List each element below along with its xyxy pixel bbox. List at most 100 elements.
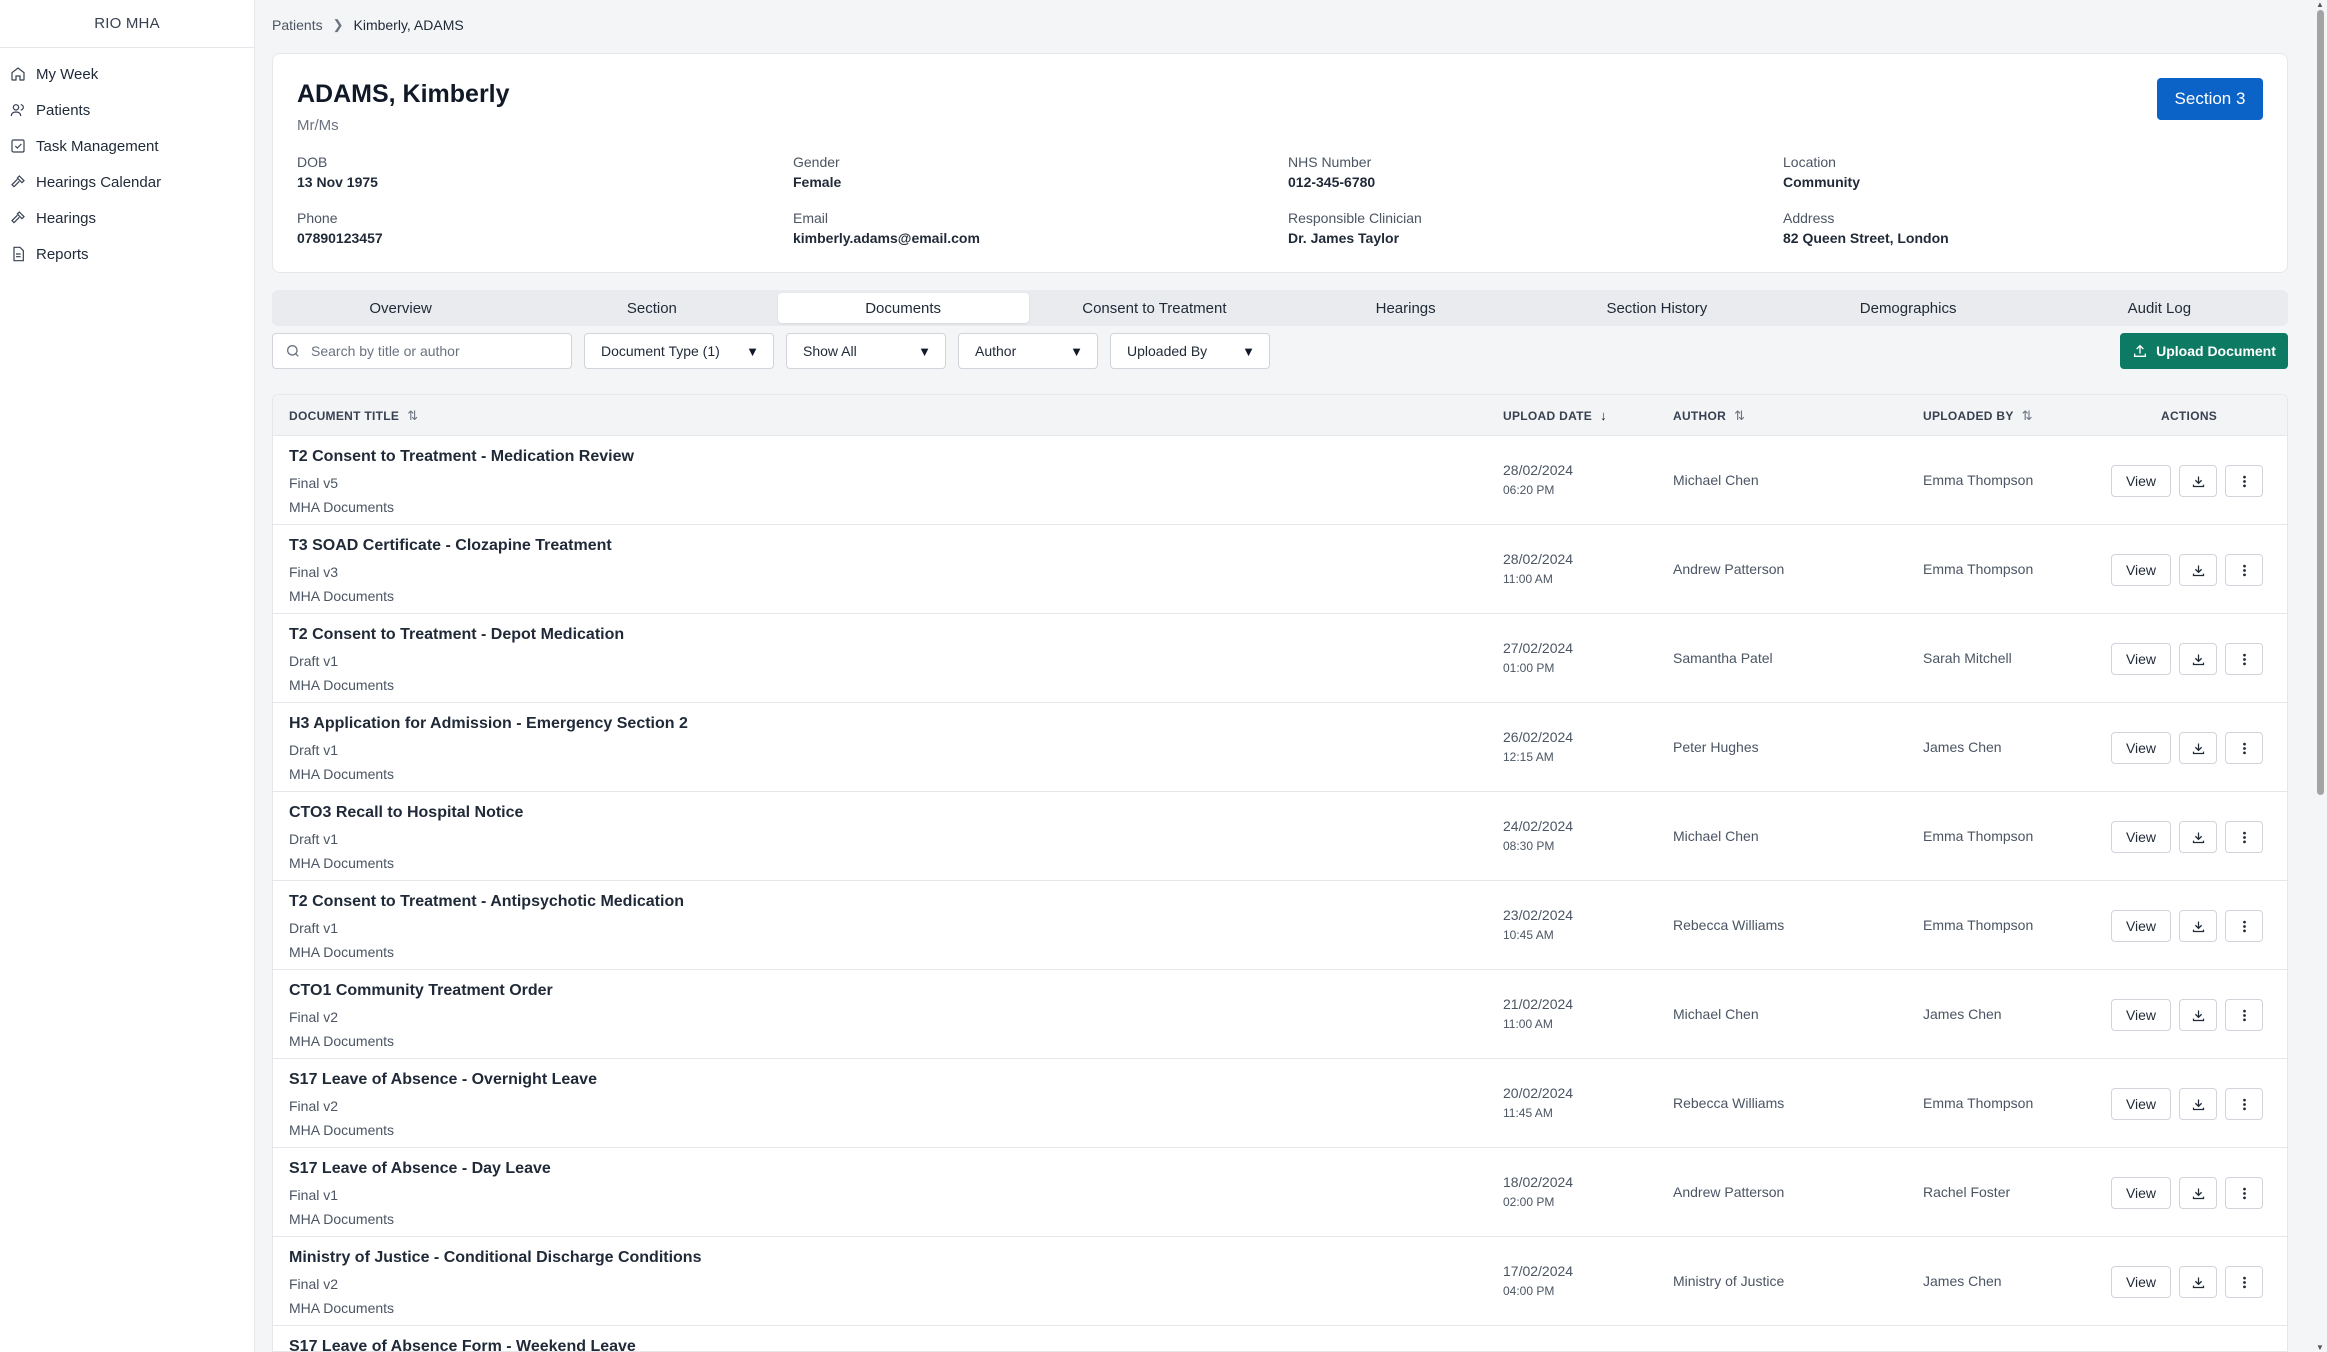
download-button[interactable] [2179,1177,2217,1209]
column-header-author[interactable]: AUTHOR ⇅ [1673,395,1745,436]
table-row[interactable]: H3 Application for Admission - Emergency… [273,703,2287,792]
page-scrollbar[interactable]: ▲ ▼ [2313,0,2327,1352]
search-input[interactable] [311,343,551,359]
document-title[interactable]: CTO3 Recall to Hospital Notice [289,804,523,822]
document-title[interactable]: S17 Leave of Absence Form - Weekend Leav… [289,1338,636,1351]
table-row[interactable]: T2 Consent to Treatment - Medication Rev… [273,436,2287,525]
view-button[interactable]: View [2111,1177,2171,1209]
document-uploaded-by: Emma Thompson [1923,1095,2034,1111]
tab-overview[interactable]: Overview [275,293,526,323]
tab-demographics[interactable]: Demographics [1783,293,2034,323]
document-title[interactable]: S17 Leave of Absence - Overnight Leave [289,1071,597,1089]
tab-hearings[interactable]: Hearings [1280,293,1531,323]
table-row[interactable]: T2 Consent to Treatment - Antipsychotic … [273,881,2287,970]
breadcrumb-patients-link[interactable]: Patients [272,17,323,33]
tab-audit-log[interactable]: Audit Log [2034,293,2285,323]
document-type-dropdown[interactable]: Document Type (1) ▼ [584,333,774,369]
view-button[interactable]: View [2111,643,2171,675]
more-actions-button[interactable] [2225,1088,2263,1120]
column-header-title[interactable]: DOCUMENT TITLE ⇅ [289,395,418,436]
table-row[interactable]: S17 Leave of Absence - Overnight Leave Fi… [273,1059,2287,1148]
document-title[interactable]: H3 Application for Admission - Emergency… [289,715,688,733]
view-button[interactable]: View [2111,821,2171,853]
document-title[interactable]: T2 Consent to Treatment - Antipsychotic … [289,893,684,911]
tab-section-history[interactable]: Section History [1531,293,1782,323]
view-button[interactable]: View [2111,465,2171,497]
view-button[interactable]: View [2111,1266,2171,1298]
field-dob: DOB 13 Nov 1975 [297,154,378,190]
view-button[interactable]: View [2111,999,2171,1031]
document-title[interactable]: T2 Consent to Treatment - Medication Rev… [289,448,634,466]
scroll-up-arrow-icon[interactable]: ▲ [2316,0,2324,9]
column-header-label: AUTHOR [1673,408,1727,423]
document-title[interactable]: T3 SOAD Certificate - Clozapine Treatmen… [289,537,612,555]
more-actions-button[interactable] [2225,554,2263,586]
sidebar-item-task-management[interactable]: Task Management [0,128,254,164]
document-uploaded-by: Emma Thompson [1923,561,2034,577]
table-row[interactable]: T2 Consent to Treatment - Depot Medicati… [273,614,2287,703]
download-button[interactable] [2179,821,2217,853]
sidebar-item-reports[interactable]: Reports [0,236,254,272]
tab-consent-to-treatment[interactable]: Consent to Treatment [1029,293,1280,323]
column-header-upload-date[interactable]: UPLOAD DATE ↓ [1503,395,1607,436]
document-title[interactable]: CTO1 Community Treatment Order [289,982,553,1000]
document-title[interactable]: Ministry of Justice - Conditional Discha… [289,1249,701,1267]
view-button[interactable]: View [2111,732,2171,764]
download-button[interactable] [2179,1266,2217,1298]
download-button[interactable] [2179,643,2217,675]
more-actions-button[interactable] [2225,1177,2263,1209]
author-filter-dropdown[interactable]: Author ▼ [958,333,1098,369]
document-category: MHA Documents [289,1033,395,1049]
sidebar-item-my-week[interactable]: My Week [0,56,254,92]
table-row[interactable]: CTO1 Community Treatment Order Final v2 MH… [273,970,2287,1059]
more-actions-button[interactable] [2225,1266,2263,1298]
table-row[interactable]: S17 Leave of Absence - Day Leave Final v1… [273,1148,2287,1237]
field-label: DOB [297,154,328,170]
document-uploaded-by: Emma Thompson [1923,828,2034,844]
more-actions-button[interactable] [2225,910,2263,942]
field-value: Community [1783,174,1860,190]
field-value: kimberly.adams@email.com [793,230,980,246]
more-actions-button[interactable] [2225,999,2263,1031]
more-vertical-icon [2242,742,2246,754]
sidebar-item-label: Hearings [36,209,97,227]
upload-time: 06:20 PM [1503,483,1555,497]
sidebar-item-patients[interactable]: Patients [0,92,254,128]
tab-documents[interactable]: Documents [777,293,1029,323]
more-actions-button[interactable] [2225,732,2263,764]
table-row[interactable]: CTO3 Recall to Hospital Notice Draft v1 MH… [273,792,2287,881]
more-vertical-icon [2242,1187,2246,1199]
section-status-button[interactable]: Section 3 [2157,78,2263,120]
download-button[interactable] [2179,999,2217,1031]
view-button[interactable]: View [2111,910,2171,942]
view-button[interactable]: View [2111,1088,2171,1120]
breadcrumb-current: Kimberly, ADAMS [353,17,464,33]
download-button[interactable] [2179,732,2217,764]
show-filter-dropdown[interactable]: Show All ▼ [786,333,946,369]
download-button[interactable] [2179,910,2217,942]
dropdown-value: Author [975,343,1017,359]
table-row[interactable]: Ministry of Justice - Conditional Discha… [273,1237,2287,1326]
upload-date: 27/02/2024 [1503,640,1574,656]
more-actions-button[interactable] [2225,465,2263,497]
scroll-down-arrow-icon[interactable]: ▼ [2316,1343,2324,1352]
download-button[interactable] [2179,465,2217,497]
view-button[interactable]: View [2111,554,2171,586]
upload-date: 18/02/2024 [1503,1174,1574,1190]
uploaded-by-filter-dropdown[interactable]: Uploaded By ▼ [1110,333,1270,369]
tab-section[interactable]: Section [526,293,777,323]
scrollbar-thumb[interactable] [2317,10,2324,795]
table-row[interactable]: T3 SOAD Certificate - Clozapine Treatmen… [273,525,2287,614]
table-row[interactable]: S17 Leave of Absence Form - Weekend Leav… [273,1326,2287,1351]
more-actions-button[interactable] [2225,821,2263,853]
column-header-uploaded-by[interactable]: UPLOADED BY ⇅ [1923,395,2033,436]
sidebar: RIO MHA My Week Patients Task Management… [0,0,255,1352]
upload-document-button[interactable]: Upload Document [2120,333,2288,369]
more-actions-button[interactable] [2225,643,2263,675]
sidebar-item-hearings-calendar[interactable]: Hearings Calendar [0,164,254,200]
download-button[interactable] [2179,1088,2217,1120]
document-title[interactable]: T2 Consent to Treatment - Depot Medicati… [289,626,624,644]
download-button[interactable] [2179,554,2217,586]
sidebar-item-hearings[interactable]: Hearings [0,200,254,236]
document-title[interactable]: S17 Leave of Absence - Day Leave [289,1160,551,1178]
